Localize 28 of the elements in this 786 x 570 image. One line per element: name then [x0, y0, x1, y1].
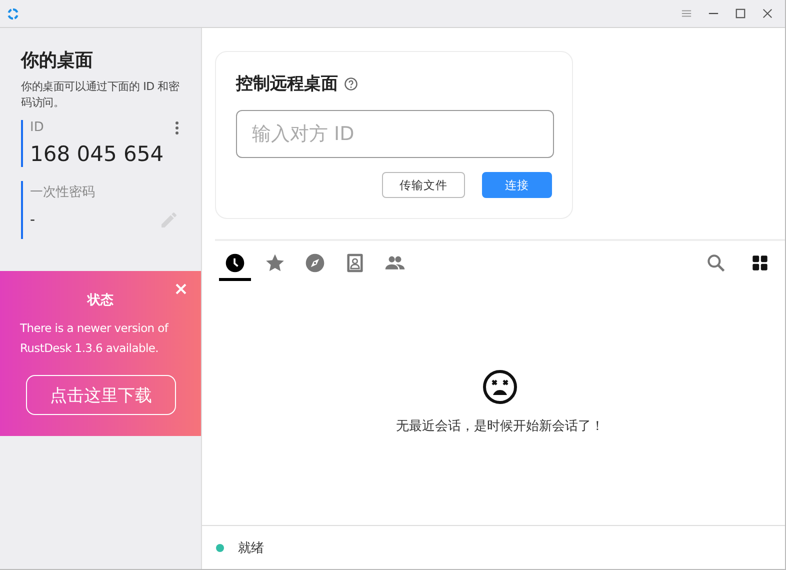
clock-icon: [224, 252, 246, 274]
status-text: 就绪: [238, 540, 264, 556]
help-icon[interactable]: [344, 76, 358, 90]
transfer-file-button[interactable]: 传输文件: [382, 172, 465, 198]
more-icon[interactable]: [175, 120, 179, 134]
star-icon: [264, 252, 286, 274]
download-button[interactable]: 点击这里下载: [26, 375, 176, 415]
sidebar-title: 你的桌面: [21, 49, 94, 72]
close-icon[interactable]: [762, 8, 773, 19]
contact-card-icon: [344, 252, 366, 274]
id-value: 168 045 654: [30, 141, 165, 167]
sidebar-description: 你的桌面可以通过下面的 ID 和密码访问。: [21, 79, 180, 111]
banner-message: There is a newer version of RustDesk 1.3.6 available.: [20, 320, 170, 357]
menu-icon[interactable]: [681, 8, 692, 19]
remote-id-field[interactable]: 输入对方 ID: [236, 110, 554, 158]
password-label: 一次性密码: [30, 185, 95, 200]
connect-button[interactable]: 连接: [482, 172, 552, 198]
maximize-icon[interactable]: [735, 8, 746, 19]
banner-title: 状态: [86, 292, 114, 309]
id-label: ID: [30, 120, 44, 135]
compass-icon: [304, 252, 326, 274]
card-title: 控制远程桌面: [236, 73, 338, 95]
search-icon[interactable]: [705, 252, 727, 274]
sad-face-icon: [482, 369, 518, 405]
password-value: -: [30, 212, 36, 228]
app-logo-icon: [5, 6, 21, 22]
recent-tab[interactable]: [219, 251, 251, 281]
empty-message: 无最近会话，是时候开始新会话了！: [396, 418, 604, 435]
